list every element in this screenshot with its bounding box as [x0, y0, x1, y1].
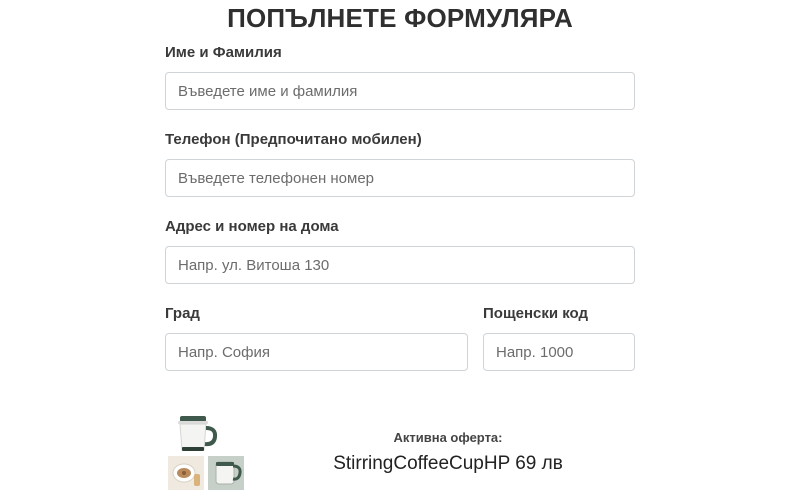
postal-code-label: Пощенски код [483, 305, 589, 322]
address-input[interactable] [165, 246, 635, 284]
phone-input[interactable] [165, 159, 635, 197]
postal-code-input[interactable] [483, 333, 635, 371]
city-label: Град [165, 305, 200, 322]
offer-product-name: StirringCoffeeCupHP 69 лв [333, 453, 563, 474]
form-title: ПОПЪЛНЕТЕ ФОРМУЛЯРА [227, 3, 573, 33]
address-label: Адрес и номер на дома [165, 218, 339, 235]
name-input[interactable] [165, 72, 635, 110]
name-label: Име и Фамилия [165, 44, 282, 61]
order-form-page: ПОПЪЛНЕТЕ ФОРМУЛЯРА Име и Фамилия Телефо… [0, 0, 800, 500]
city-input[interactable] [165, 333, 468, 371]
phone-label: Телефон (Предпочитано мобилен) [165, 131, 422, 148]
offer-label: Активна оферта: [393, 430, 503, 445]
active-offer: Активна оферта: StirringCoffeeCupHP 69 л… [160, 408, 640, 494]
